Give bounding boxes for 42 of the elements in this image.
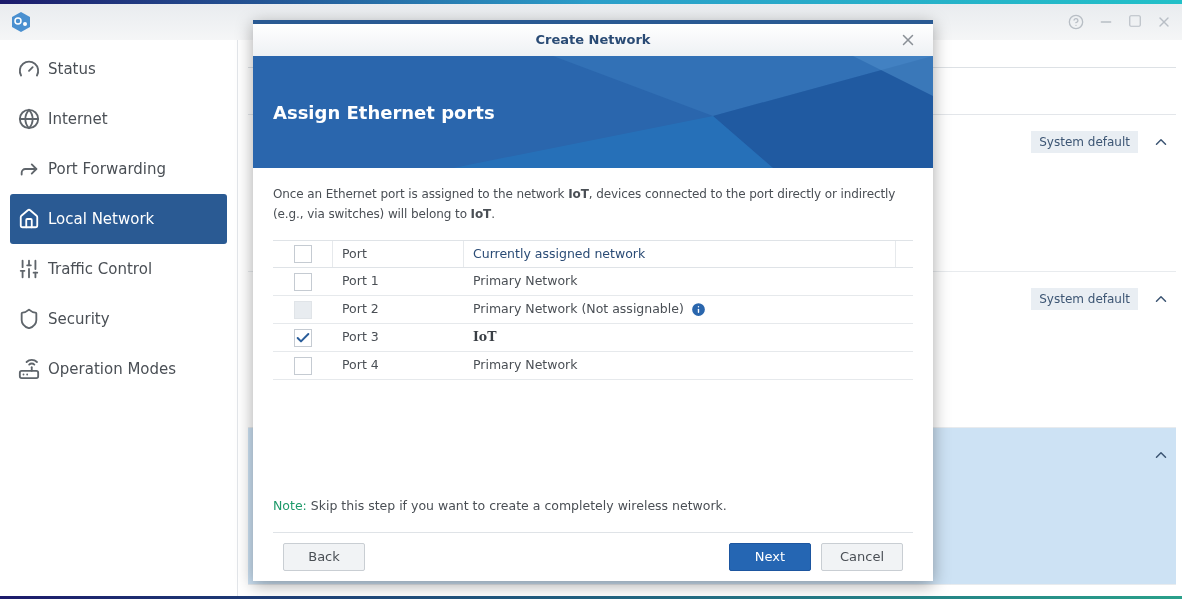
column-header[interactable]: Currently assigned network (464, 241, 896, 267)
sidebar-item[interactable]: Status (10, 44, 227, 94)
table-row[interactable]: Port 4 Primary Network (273, 352, 913, 380)
checkbox[interactable] (294, 328, 312, 347)
status-badge: System default (1031, 287, 1138, 310)
primary-button[interactable]: Next (729, 543, 811, 571)
sidebar-item[interactable]: Traffic Control (10, 244, 227, 294)
sidebar-item[interactable]: Operation Modes (10, 344, 227, 394)
help-icon[interactable] (1068, 14, 1084, 30)
dialog-title: Create Network (535, 31, 651, 50)
sliders-icon (18, 258, 40, 280)
note-label: Note: (273, 498, 307, 514)
status-badge: System default (1031, 131, 1138, 153)
table-cell-text: Port 2 (341, 300, 380, 319)
home-icon (18, 208, 40, 230)
router-icon (18, 358, 40, 380)
table-cell: Primary Network (473, 272, 578, 291)
table-row[interactable]: Port 1 Primary Network (273, 268, 913, 296)
table-cell-text: Port 4 (341, 356, 380, 375)
checkbox[interactable] (293, 245, 312, 263)
secondary-button[interactable]: Back (283, 543, 365, 571)
maximize-icon[interactable] (1128, 14, 1142, 28)
table-cell: IoT (473, 328, 497, 347)
shield-icon (18, 308, 40, 330)
sidebar-item[interactable]: Local Network (10, 194, 227, 244)
description-text: Once an Ethernet port is assigned to the network IoT, devices connected to the port directly or indirectly (e.g., via switches) will belong to IoT. (273, 186, 897, 223)
column-header[interactable]: Port (333, 241, 464, 267)
table-cell-text: Port 3 (341, 328, 380, 347)
table-cell-text: Port 1 (341, 272, 380, 291)
sidebar-item[interactable]: Port Forwarding (10, 144, 227, 194)
app-logo-icon (10, 11, 32, 33)
secondary-button[interactable]: Cancel (821, 543, 903, 571)
table-cell: Primary Network (473, 356, 578, 375)
checkbox[interactable] (294, 272, 312, 291)
note-text: Note: Skip this step if you want to create a completely wireless network. (273, 497, 913, 533)
sidebar-item[interactable]: Security (10, 294, 227, 344)
table-row[interactable]: Port 3 IoT (273, 324, 913, 352)
table-cell: Primary Network (Not assignable) (473, 300, 684, 319)
globe-icon (18, 108, 40, 130)
dialog-heading: Assign Ethernet ports (273, 100, 495, 125)
checkbox[interactable] (294, 356, 312, 375)
sidebar-item[interactable]: Internet (10, 94, 227, 144)
